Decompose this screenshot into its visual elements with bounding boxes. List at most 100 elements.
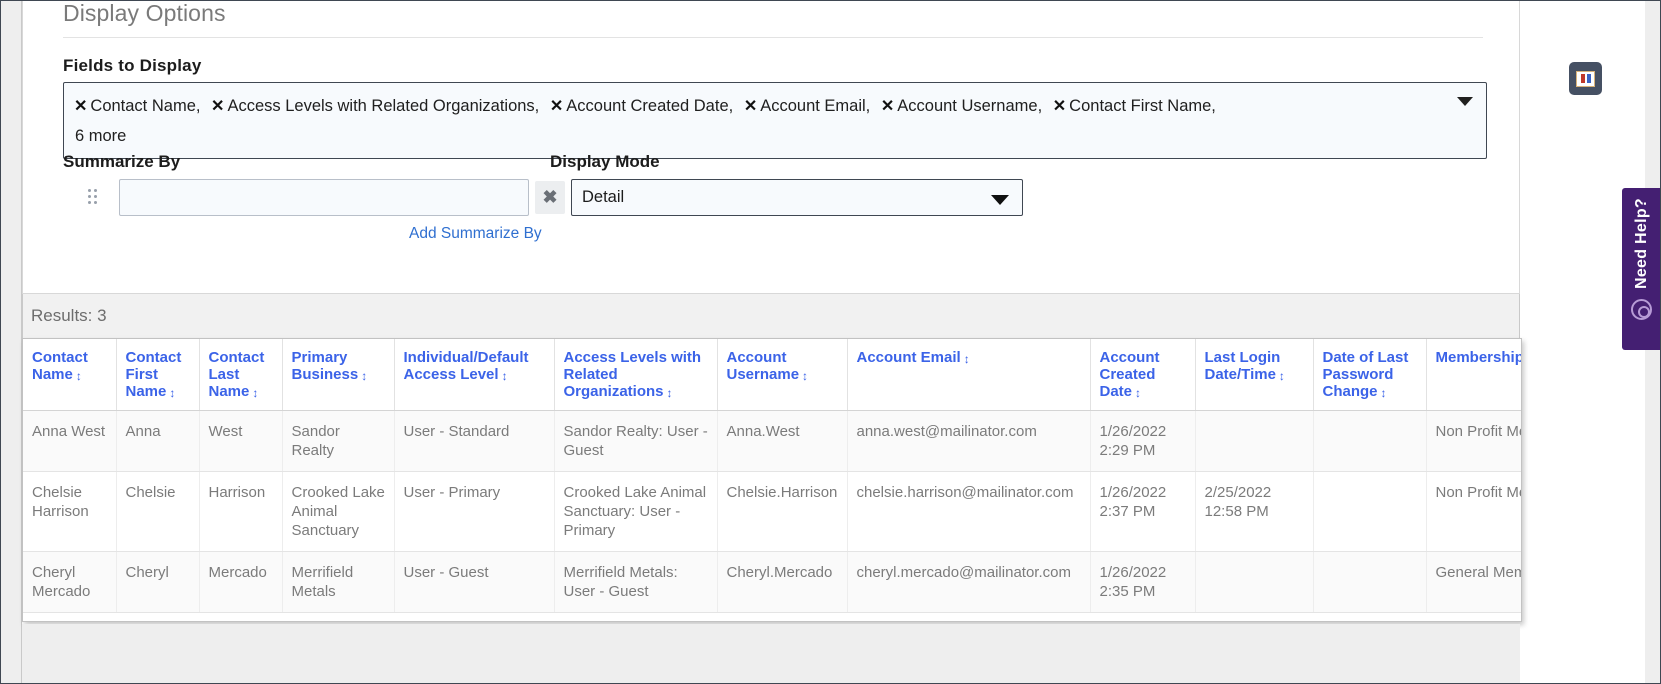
sort-icon[interactable]: ↕ [169,387,175,399]
cell-primary-business: Crooked Lake Animal Sanctuary [282,471,395,552]
screenshot-root: Display Options Fields to Display ✕ Conta… [0,0,1661,684]
field-chip-label: Account Email, [760,97,871,115]
cell-last-login-date-time: 2/25/2022 12:58 PM [1195,471,1314,552]
field-chip[interactable]: ✕ Account Created Date, [550,97,733,115]
column-header-last-login-date-time[interactable]: Last Login Date/Time ↕ [1195,339,1314,411]
display-mode-select[interactable]: Detail [571,179,1023,216]
field-chip-label: Contact First Name, [1069,97,1216,115]
cell-account-username: Anna.West [717,410,848,472]
display-options-panel: Display Options Fields to Display ✕ Conta… [22,0,1602,294]
cell-account-created-date: 1/26/2022 2:37 PM [1090,471,1196,552]
remove-field-icon[interactable]: ✕ [211,98,224,115]
field-chip-label: Contact Name, [90,97,201,115]
sort-icon[interactable]: ↕ [502,370,508,382]
cell-primary-business: Merrifield Metals [282,551,395,613]
cell-contact-last-name: West [199,410,283,472]
column-header-contact-first-name[interactable]: Contact First Name ↕ [116,339,200,411]
table-spacer-row [23,612,1521,621]
drag-handle-icon[interactable] [79,182,107,212]
table-header-row: Contact Name ↕ Contact First Name ↕ Contac… [23,339,1521,411]
column-header-membership-type[interactable]: Membership Type↕ [1426,339,1521,411]
cell-individual-default-access-level: User - Primary [394,471,555,552]
cell-last-login-date-time [1195,410,1314,472]
remove-field-icon[interactable]: ✕ [550,98,563,115]
sort-icon[interactable]: ↕ [1381,387,1387,399]
column-header-label: Primary Business [291,349,359,383]
column-header-primary-business[interactable]: Primary Business ↕ [282,339,395,411]
results-count: Results: 3 [31,306,107,325]
cell-primary-business: Sandor Realty [282,410,395,472]
field-chip[interactable]: ✕ Account Username, [881,97,1042,115]
columns-layout-button[interactable] [1569,62,1602,95]
chevron-down-icon[interactable] [1457,97,1473,106]
column-header-label: Account Username [726,349,800,383]
column-header-label: Date of Last Password Change [1322,349,1409,400]
field-chip[interactable]: ✕ Contact Name, [74,97,200,115]
fields-to-display-multiselect[interactable]: ✕ Contact Name, ✕ Access Levels with Relat… [63,82,1487,159]
field-chip[interactable]: ✕ Access Levels with Related Organization… [211,97,539,115]
cell-date-of-last-password-change [1313,551,1427,613]
remove-field-icon[interactable]: ✕ [744,98,757,115]
summarize-by-label: Summarize By [63,152,181,171]
table-row[interactable]: Cheryl Mercado Cheryl Mercado Merrifield… [23,551,1521,613]
field-chip[interactable]: ✕ Account Email, [744,97,870,115]
cell-contact-name: Chelsie Harrison [23,471,117,552]
cell-contact-last-name: Mercado [199,551,283,613]
field-chip[interactable]: ✕ Contact First Name, [1053,97,1216,115]
results-table-container: Contact Name ↕ Contact First Name ↕ Contac… [22,338,1522,622]
more-fields-count[interactable]: 6 more [74,122,1446,150]
cell-contact-first-name: Cheryl [116,551,200,613]
cell-membership-type: Non Profit Membership - Org (Anniversary… [1426,471,1521,552]
sort-icon[interactable]: ↕ [1279,370,1285,382]
sort-icon[interactable]: ↕ [1135,387,1141,399]
remove-field-icon[interactable]: ✕ [74,98,87,115]
cell-contact-last-name: Harrison [199,471,283,552]
summarize-by-input[interactable] [119,179,529,216]
cell-account-created-date: 1/26/2022 2:35 PM [1090,551,1196,613]
add-summarize-by-link[interactable]: Add Summarize By [409,225,542,243]
cell-contact-name: Cheryl Mercado [23,551,117,613]
table-row[interactable]: Anna West Anna West Sandor Realty User -… [23,410,1521,472]
title-divider [63,37,1483,38]
table-row[interactable]: Chelsie Harrison Chelsie Harrison Crooke… [23,471,1521,552]
cell-account-email: cheryl.mercado@mailinator.com [847,551,1091,613]
sort-icon[interactable]: ↕ [361,370,367,382]
cell-access-levels-with-related-organizations: Sandor Realty: User - Guest [554,410,718,472]
cell-individual-default-access-level: User - Standard [394,410,555,472]
remove-field-icon[interactable]: ✕ [1053,98,1066,115]
cell-membership-type: General Membership - Org (Anniversary) [1426,551,1521,613]
cell-date-of-last-password-change [1313,410,1427,472]
display-mode-value: Detail [582,188,625,206]
chevron-down-icon[interactable] [991,195,1009,205]
column-header-label: Individual/Default Access Level [403,349,529,383]
column-header-account-created-date[interactable]: Account Created Date ↕ [1090,339,1196,411]
column-header-contact-name[interactable]: Contact Name ↕ [23,339,117,411]
cell-last-login-date-time [1195,551,1314,613]
cell-contact-first-name: Chelsie [116,471,200,552]
sort-icon[interactable]: ↕ [76,370,82,382]
column-header-access-levels-with-related-organizations[interactable]: Access Levels with Related Organizations… [554,339,718,411]
cell-contact-name: Anna West [23,410,117,472]
column-header-account-email[interactable]: Account Email ↕ [847,339,1091,411]
cell-access-levels-with-related-organizations: Merrifield Metals: User - Guest [554,551,718,613]
column-header-account-username[interactable]: Account Username ↕ [717,339,848,411]
results-bar: Results: 3 [22,294,1520,340]
cell-account-username: Cheryl.Mercado [717,551,848,613]
cell-access-levels-with-related-organizations: Crooked Lake Animal Sanctuary: User - Pr… [554,471,718,552]
sort-icon[interactable]: ↕ [252,387,258,399]
display-mode-label: Display Mode [550,152,660,171]
table-spacer-cell [23,612,1521,621]
field-chip-label: Account Created Date, [566,97,734,115]
sort-icon[interactable]: ↕ [802,370,808,382]
remove-field-icon[interactable]: ✕ [881,98,894,115]
clear-summarize-by-button[interactable]: ✖ [535,181,565,214]
cell-account-email: chelsie.harrison@mailinator.com [847,471,1091,552]
need-help-tab[interactable]: Need Help? [1622,188,1661,350]
column-header-contact-last-name[interactable]: Contact Last Name ↕ [199,339,283,411]
column-header-individual-default-access-level[interactable]: Individual/Default Access Level ↕ [394,339,555,411]
sort-icon[interactable]: ↕ [964,353,970,365]
sort-icon[interactable]: ↕ [667,387,673,399]
cell-date-of-last-password-change [1313,471,1427,552]
cell-individual-default-access-level: User - Guest [394,551,555,613]
column-header-date-of-last-password-change[interactable]: Date of Last Password Change ↕ [1313,339,1427,411]
